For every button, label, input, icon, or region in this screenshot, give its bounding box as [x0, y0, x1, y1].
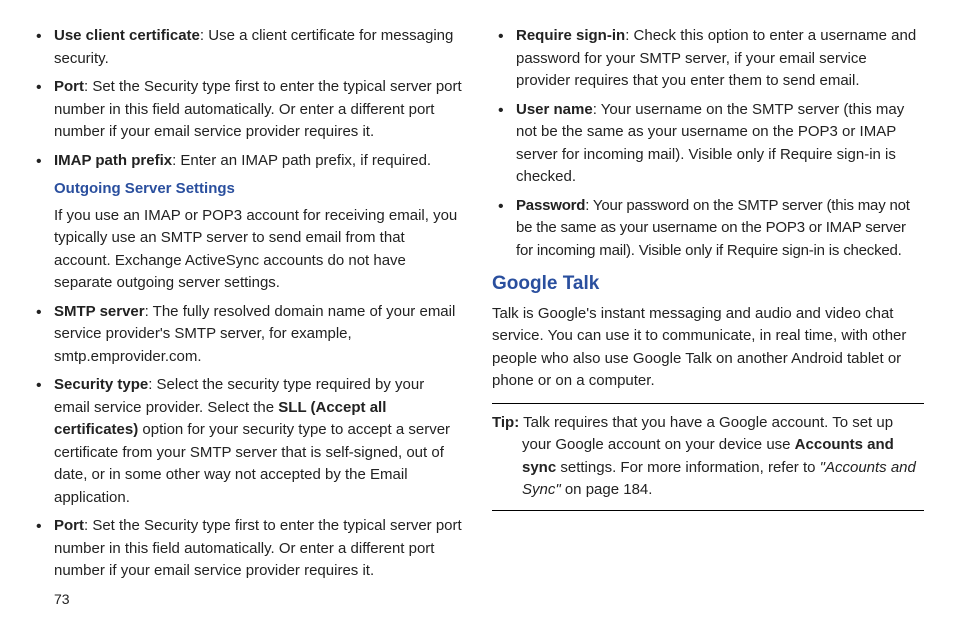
desc: : Set the Security type first to enter t…	[54, 78, 462, 140]
list-item: SMTP server: The fully resolved domain n…	[30, 301, 462, 369]
desc: : Set the Security type first to enter t…	[54, 517, 462, 579]
list-item: Use client certificate: Use a client cer…	[30, 25, 462, 70]
list-item: Password: Your password on the SMTP serv…	[492, 195, 924, 263]
left-top-list: Use client certificate: Use a client cer…	[30, 25, 462, 172]
term: User name	[516, 101, 593, 118]
tip-post: on page 184.	[565, 481, 653, 498]
list-item: Port: Set the Security type first to ent…	[30, 76, 462, 144]
term: Port	[54, 78, 84, 95]
desc: : Enter an IMAP path prefix, if required…	[172, 152, 431, 169]
term: Use client certificate	[54, 27, 200, 44]
term: Port	[54, 517, 84, 534]
tip-body: Tip: Talk requires that you have a Googl…	[492, 412, 924, 502]
list-item: IMAP path prefix: Enter an IMAP path pre…	[30, 150, 462, 173]
right-top-list: Require sign-in: Check this option to en…	[492, 25, 924, 262]
list-item: Security type: Select the security type …	[30, 374, 462, 509]
two-column-layout: Use client certificate: Use a client cer…	[30, 25, 924, 611]
term: Security type	[54, 376, 148, 393]
left-bottom-list: SMTP server: The fully resolved domain n…	[30, 301, 462, 583]
list-item: User name: Your username on the SMTP ser…	[492, 99, 924, 189]
tip-label: Tip:	[492, 414, 519, 431]
outgoing-server-heading: Outgoing Server Settings	[54, 178, 462, 201]
outgoing-server-paragraph: If you use an IMAP or POP3 account for r…	[54, 205, 462, 295]
right-column: Require sign-in: Check this option to en…	[492, 25, 924, 611]
google-talk-heading: Google Talk	[492, 270, 924, 299]
left-column: Use client certificate: Use a client cer…	[30, 25, 462, 611]
page-number: 73	[54, 589, 462, 610]
term: IMAP path prefix	[54, 152, 172, 169]
term: Password	[516, 197, 585, 214]
list-item: Require sign-in: Check this option to en…	[492, 25, 924, 93]
term: SMTP server	[54, 303, 145, 320]
list-item: Port: Set the Security type first to ent…	[30, 515, 462, 583]
google-talk-paragraph: Talk is Google's instant messaging and a…	[492, 303, 924, 393]
term: Require sign-in	[516, 27, 625, 44]
tip-mid: settings. For more information, refer to	[556, 459, 819, 476]
tip-box: Tip: Talk requires that you have a Googl…	[492, 403, 924, 511]
